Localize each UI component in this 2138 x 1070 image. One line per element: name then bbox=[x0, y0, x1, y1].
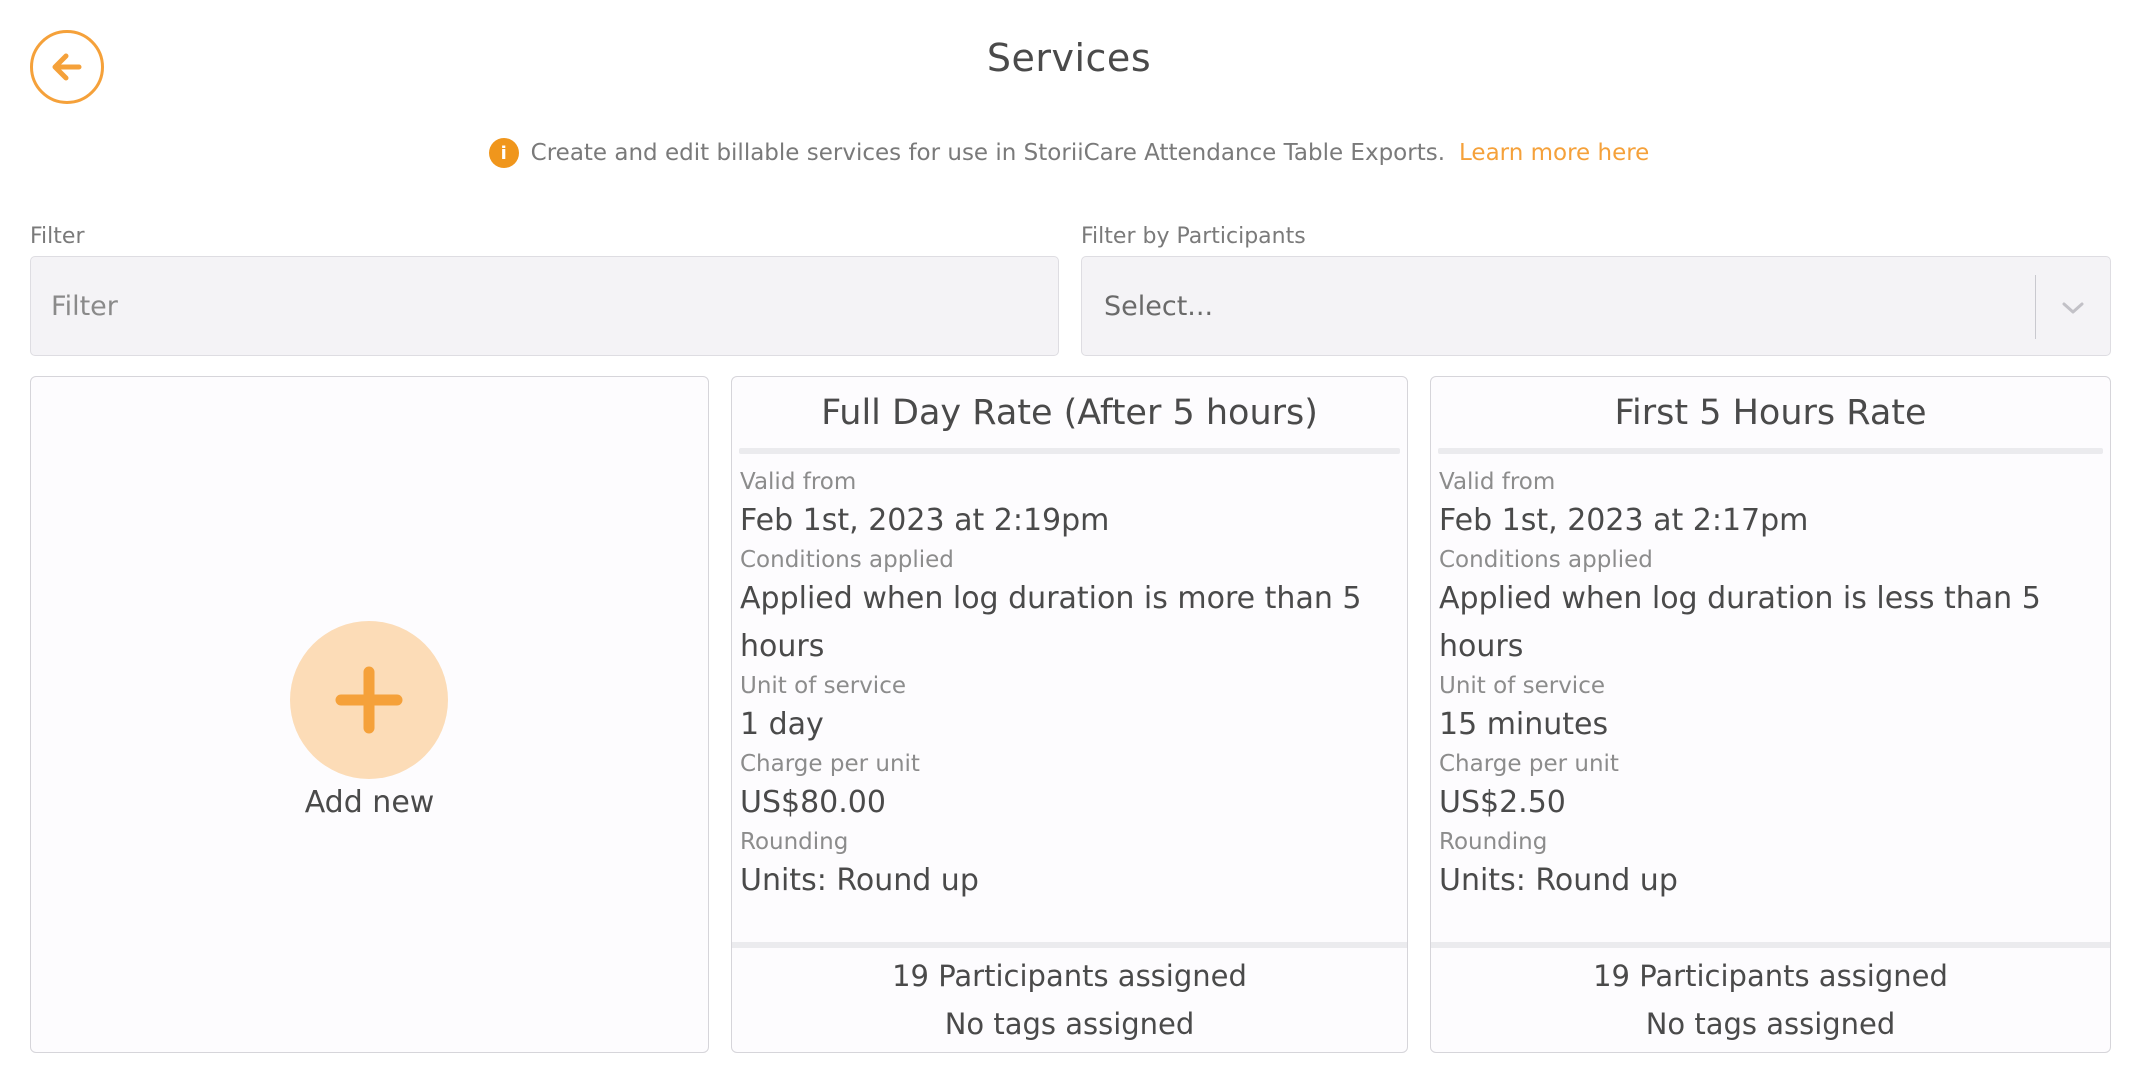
info-text: Create and edit billable services for us… bbox=[530, 140, 1446, 166]
filter-label: Filter bbox=[30, 224, 85, 249]
service-details: Valid from Feb 1st, 2023 at 2:17pm Condi… bbox=[1439, 467, 2102, 905]
unit-label: Unit of service bbox=[1439, 673, 1605, 699]
page-title: Services bbox=[986, 36, 1152, 80]
add-new-button[interactable] bbox=[290, 621, 448, 779]
rounding-value: Units: Round up bbox=[740, 863, 979, 898]
rounding-label: Rounding bbox=[1439, 829, 1548, 855]
unit-label: Unit of service bbox=[740, 673, 906, 699]
service-name: Full Day Rate (After 5 hours) bbox=[821, 393, 1318, 433]
select-divider bbox=[2034, 275, 2036, 339]
charge-value: US$2.50 bbox=[1439, 785, 1566, 820]
divider bbox=[1438, 448, 2103, 454]
learn-more-link[interactable]: Learn more here bbox=[1459, 140, 1649, 166]
unit-value: 15 minutes bbox=[1439, 707, 1609, 742]
participants-filter-label: Filter by Participants bbox=[1081, 224, 1306, 249]
conditions-value: Applied when log duration is more than 5… bbox=[740, 581, 1362, 664]
participants-assigned: 19 Participants assigned bbox=[892, 959, 1247, 993]
add-new-service-card[interactable]: Add new bbox=[30, 376, 709, 1053]
valid-from-label: Valid from bbox=[1439, 469, 1556, 495]
divider bbox=[739, 448, 1400, 454]
tags-assigned: No tags assigned bbox=[1645, 1007, 1896, 1041]
info-banner: i Create and edit billable services for … bbox=[0, 138, 2138, 168]
service-card[interactable]: Full Day Rate (After 5 hours) Valid from… bbox=[731, 376, 1408, 1053]
valid-from-value: Feb 1st, 2023 at 2:19pm bbox=[740, 503, 1110, 538]
chevron-down-icon[interactable] bbox=[2058, 293, 2088, 323]
conditions-value: Applied when log duration is less than 5… bbox=[1439, 581, 2041, 664]
participants-assigned: 19 Participants assigned bbox=[1593, 959, 1948, 993]
conditions-label: Conditions applied bbox=[740, 547, 954, 573]
filter-input[interactable] bbox=[31, 257, 1058, 355]
service-footer: 19 Participants assigned No tags assigne… bbox=[732, 942, 1407, 1052]
plus-icon bbox=[335, 666, 403, 734]
charge-label: Charge per unit bbox=[740, 751, 920, 777]
info-icon: i bbox=[488, 138, 519, 168]
services-page: Services i Create and edit billable serv… bbox=[0, 0, 2138, 1070]
charge-label: Charge per unit bbox=[1439, 751, 1619, 777]
filter-field bbox=[30, 256, 1059, 356]
rounding-label: Rounding bbox=[740, 829, 849, 855]
unit-value: 1 day bbox=[740, 707, 824, 742]
valid-from-value: Feb 1st, 2023 at 2:17pm bbox=[1439, 503, 1809, 538]
rounding-value: Units: Round up bbox=[1439, 863, 1678, 898]
add-new-label: Add new bbox=[304, 785, 435, 820]
valid-from-label: Valid from bbox=[740, 469, 857, 495]
tags-assigned: No tags assigned bbox=[944, 1007, 1195, 1041]
conditions-label: Conditions applied bbox=[1439, 547, 1653, 573]
participants-select[interactable]: Select... bbox=[1081, 256, 2111, 356]
service-name: First 5 Hours Rate bbox=[1614, 393, 1927, 433]
service-footer: 19 Participants assigned No tags assigne… bbox=[1431, 942, 2110, 1052]
participants-select-value: Select... bbox=[1104, 291, 1214, 322]
service-details: Valid from Feb 1st, 2023 at 2:19pm Condi… bbox=[740, 467, 1399, 905]
service-card[interactable]: First 5 Hours Rate Valid from Feb 1st, 2… bbox=[1430, 376, 2111, 1053]
charge-value: US$80.00 bbox=[740, 785, 886, 820]
